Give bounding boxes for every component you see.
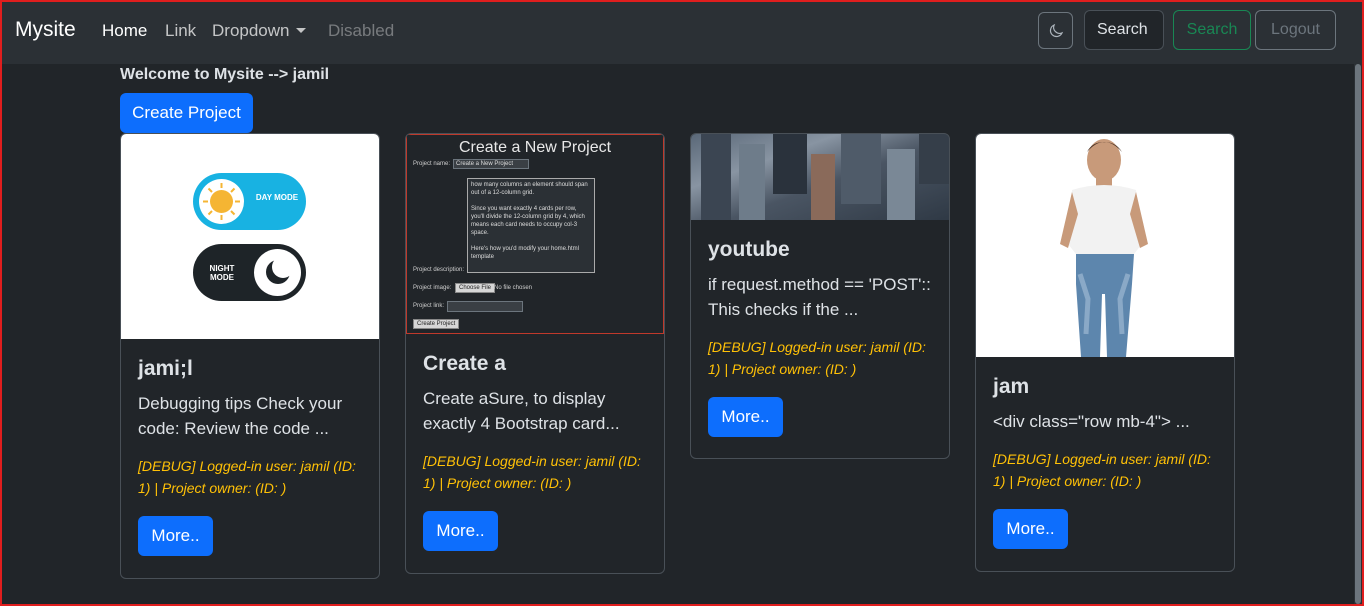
card-text: <div class="row mb-4"> ... xyxy=(993,412,1190,431)
form-image-label: Project image: xyxy=(413,285,452,291)
moon-icon xyxy=(254,249,301,296)
card-text: if request.method == 'POST':: This check… xyxy=(708,275,931,319)
more-button[interactable]: More.. xyxy=(993,509,1068,549)
form-link-label: Project link: xyxy=(413,303,445,309)
nav-dropdown-label: Dropdown xyxy=(212,21,290,40)
card-text: Debugging tips Check your code: Review t… xyxy=(138,394,343,438)
nav-link-link[interactable]: Link xyxy=(165,21,196,41)
project-card: DAY MODE NIGHT MODE jami;l Debugging tip… xyxy=(120,133,380,579)
scrollbar[interactable] xyxy=(1354,2,1362,604)
caret-down-icon xyxy=(295,28,306,33)
debug-text: [DEBUG] Logged-in user: jamil (ID: 1) | … xyxy=(993,451,1211,489)
night-mode-label: NIGHT MODE xyxy=(209,264,235,282)
form-no-file-label: No file chosen xyxy=(494,285,533,291)
project-card: jam <div class="row mb-4"> ... [DEBUG] L… xyxy=(975,133,1235,572)
day-mode-label: DAY MODE xyxy=(255,193,299,202)
form-link-input xyxy=(447,301,523,312)
more-button[interactable]: More.. xyxy=(708,397,783,437)
card-image-theme-toggles: DAY MODE NIGHT MODE xyxy=(121,134,379,339)
person-figure xyxy=(1060,139,1148,357)
card-text: Create aSure, to display exactly 4 Boots… xyxy=(423,389,620,433)
more-button[interactable]: More.. xyxy=(138,516,213,556)
logout-button[interactable]: Logout xyxy=(1255,10,1336,50)
form-description-textarea: how many columns an element should span … xyxy=(467,178,595,273)
welcome-message: Welcome to Mysite --> jamil xyxy=(120,66,330,83)
create-project-button[interactable]: Create Project xyxy=(120,93,253,133)
form-heading: Create a New Project xyxy=(458,139,612,156)
debug-text: [DEBUG] Logged-in user: jamil (ID: 1) | … xyxy=(708,339,926,377)
card-image-person-photo xyxy=(976,134,1234,357)
scrollbar-thumb[interactable] xyxy=(1355,64,1361,604)
card-image-form-screenshot: Create a New Project Project name: Creat… xyxy=(406,134,664,334)
nav-link-home[interactable]: Home xyxy=(102,21,147,41)
moon-icon xyxy=(1049,23,1063,37)
night-mode-toggle: NIGHT MODE xyxy=(193,244,306,301)
form-desc-label: Project description: xyxy=(413,267,465,273)
card-title: youtube xyxy=(708,238,790,261)
form-name-label: Project name: xyxy=(413,161,451,167)
nav-link-disabled: Disabled xyxy=(328,21,395,40)
search-button[interactable]: Search xyxy=(1173,10,1251,50)
debug-text: [DEBUG] Logged-in user: jamil (ID: 1) | … xyxy=(423,453,641,491)
project-card: youtube if request.method == 'POST':: Th… xyxy=(690,133,950,459)
form-submit-button: Create Project xyxy=(413,319,460,329)
card-title: jami;l xyxy=(138,357,193,380)
sun-icon xyxy=(199,179,244,224)
nav-dropdown[interactable]: Dropdown xyxy=(212,21,306,41)
card-title: Create a xyxy=(423,352,506,375)
form-choose-file-button: Choose File xyxy=(455,283,496,293)
navbar-brand[interactable]: Mysite xyxy=(15,18,76,42)
navbar: Mysite Home Link Dropdown Disabled Searc… xyxy=(2,2,1362,64)
more-button[interactable]: More.. xyxy=(423,511,498,551)
day-mode-toggle: DAY MODE xyxy=(193,173,306,230)
theme-toggle-button[interactable] xyxy=(1038,12,1073,49)
card-title: jam xyxy=(993,375,1030,398)
debug-text: [DEBUG] Logged-in user: jamil (ID: 1) | … xyxy=(138,458,356,496)
project-card: Create a New Project Project name: Creat… xyxy=(405,133,665,574)
search-input[interactable]: Search xyxy=(1084,10,1164,50)
card-image-city-aerial xyxy=(691,134,949,220)
form-name-input: Create a New Project xyxy=(453,159,529,169)
